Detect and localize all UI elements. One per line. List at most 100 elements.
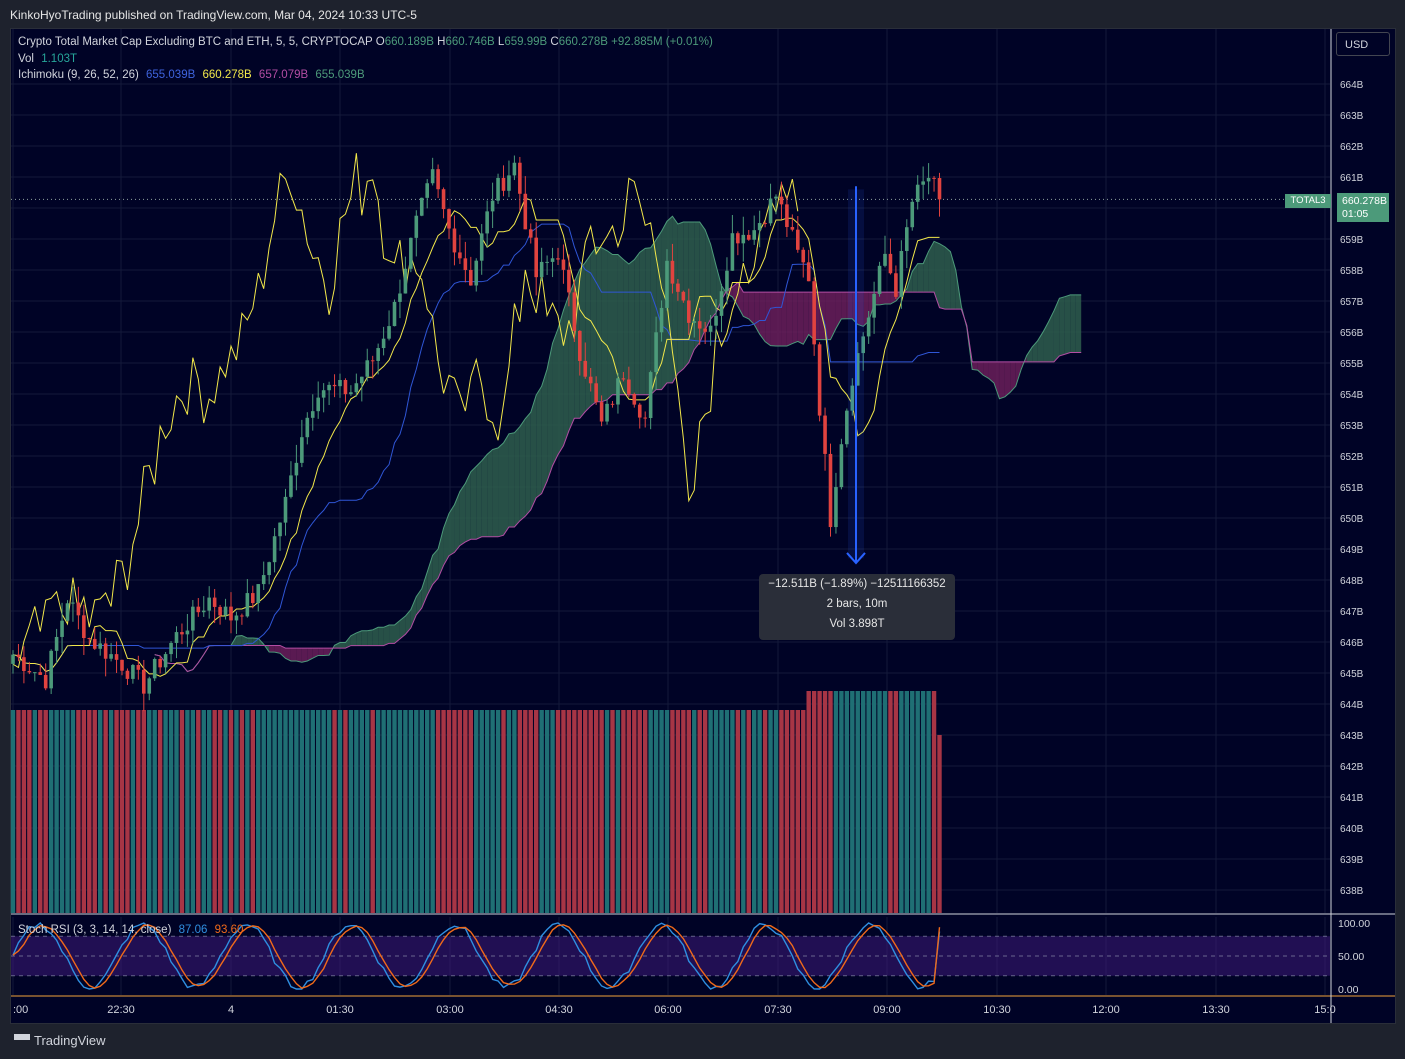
volume-bar: [365, 710, 370, 913]
volume-bar: [179, 710, 185, 913]
volume-bar: [806, 691, 811, 913]
volume-bar: [343, 710, 348, 913]
price-chart[interactable]: 664B663B662B661B660B659B658B657B656B655B…: [0, 0, 1405, 1059]
volume-bar: [76, 710, 81, 913]
candle-body: [174, 632, 179, 643]
candle-body: [82, 615, 86, 639]
candle-body: [534, 237, 538, 278]
cloud-segment: [247, 638, 253, 646]
tradingview-brand[interactable]: TradingView: [14, 1033, 106, 1049]
volume-bar: [212, 710, 217, 913]
candle-body: [752, 230, 756, 240]
candle-body: [458, 252, 462, 259]
candle-body: [545, 261, 549, 263]
volume-bar: [681, 710, 686, 913]
cloud-segment: [530, 395, 537, 510]
volume-bar: [283, 710, 288, 913]
candle-body: [670, 260, 675, 284]
candle-body: [321, 390, 326, 398]
cloud-segment: [454, 491, 460, 553]
price-tick-label: 638B: [1340, 886, 1364, 897]
candle-body: [38, 672, 43, 675]
candle-body: [360, 376, 364, 384]
candle-body: [877, 265, 882, 294]
candle-body: [790, 227, 795, 230]
volume-bar: [610, 710, 615, 913]
volume-bar: [435, 710, 441, 913]
candle-body: [419, 197, 424, 216]
cloud-segment: [596, 247, 602, 402]
volume-bar: [305, 710, 310, 913]
candle-body: [218, 606, 222, 616]
volume-bar: [190, 710, 196, 913]
candle-body: [430, 169, 435, 184]
volume-bar: [730, 710, 735, 913]
legend-ichimoku-row: Ichimoku (9, 26, 52, 26) 655.039B 660.27…: [18, 69, 365, 81]
candle-body: [578, 330, 582, 361]
volume-bar: [348, 710, 354, 913]
volume-bar: [512, 710, 517, 913]
cloud-segment: [1075, 294, 1082, 353]
candle-body: [27, 671, 32, 673]
cloud-segment: [792, 292, 798, 344]
volume-bar: [882, 691, 888, 913]
candle-body: [245, 593, 250, 617]
volume-bar: [566, 710, 572, 913]
candle-body: [11, 654, 15, 664]
cloud-segment: [290, 648, 297, 661]
volume-bar: [523, 710, 528, 913]
cloud-segment: [917, 263, 924, 293]
volume-bar: [653, 710, 659, 913]
measure-volume: Vol 3.898T: [829, 618, 885, 630]
volume-bar: [931, 691, 937, 913]
candle-body: [507, 175, 511, 191]
volume-bar: [871, 691, 877, 913]
cloud-segment: [1059, 296, 1065, 356]
volume-bar: [593, 710, 599, 913]
candle-body: [365, 360, 370, 377]
volume-bar: [893, 691, 899, 913]
time-tick-label: 4: [228, 1004, 234, 1016]
volume-bar: [419, 710, 424, 913]
measure-tool: [846, 186, 866, 565]
cloud-segment: [541, 369, 548, 494]
candle-body: [806, 262, 811, 282]
candle-body: [300, 437, 304, 463]
volume-bar: [839, 691, 844, 913]
volume-bar: [234, 710, 239, 913]
price-tick-label: 644B: [1340, 700, 1364, 711]
volume-bar: [92, 710, 97, 913]
price-tick-label: 641B: [1340, 793, 1364, 804]
candle-body: [757, 223, 762, 231]
candle-body: [251, 593, 255, 604]
candle-body: [605, 403, 609, 422]
candle-body: [289, 475, 293, 497]
candle-body: [768, 198, 773, 224]
volume-bar: [768, 710, 773, 913]
volume-bar: [375, 710, 381, 913]
currency-button[interactable]: USD: [1336, 32, 1390, 56]
cloud-segment: [601, 247, 608, 402]
legend-ichimoku-label: Ichimoku (9, 26, 52, 26): [18, 69, 139, 81]
candle-body: [87, 638, 92, 640]
candle-body: [305, 417, 310, 438]
volume-bar: [359, 710, 364, 913]
candle-body: [834, 487, 838, 528]
candle-body: [207, 597, 211, 611]
volume-bar: [299, 710, 305, 913]
price-tick-label: 640B: [1340, 824, 1364, 835]
candle-body: [561, 259, 566, 270]
legend-symbol-row: Crypto Total Market Cap Excluding BTC an…: [18, 36, 713, 48]
candle-body: [741, 234, 746, 244]
volume-bar: [675, 710, 681, 913]
volume-bar: [457, 710, 463, 913]
candle-body: [823, 415, 827, 454]
cloud-segment: [585, 254, 591, 412]
volume-bar: [615, 710, 621, 913]
time-tick-label: :00: [13, 1004, 28, 1016]
candle-body: [866, 317, 871, 337]
candle-body: [681, 291, 686, 301]
time-tick-label: 04:30: [545, 1004, 573, 1016]
cloud-segment: [688, 222, 695, 363]
volume-bar: [370, 710, 375, 913]
